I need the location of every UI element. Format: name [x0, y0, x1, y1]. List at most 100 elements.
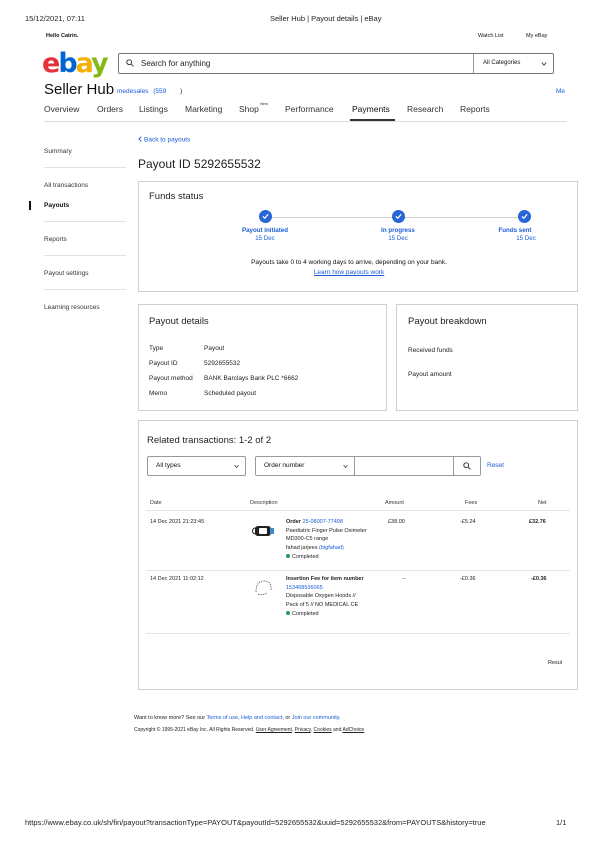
detail-label: Type	[149, 345, 164, 352]
adchoice-link[interactable]: AdChoice	[342, 727, 364, 733]
buyer-link[interactable]: (bigfahad)	[319, 545, 344, 551]
column-header-date: Date	[150, 500, 162, 506]
print-title: Seller Hub | Payout details | eBay	[270, 14, 382, 23]
search-icon	[463, 462, 471, 470]
me-link[interactable]: Me	[556, 88, 565, 95]
column-header-net: Net	[538, 500, 547, 506]
step-date: 15 Dec	[255, 235, 275, 242]
learn-how-payouts-work-link[interactable]: Learn how payouts work	[139, 269, 559, 276]
sidebar-item-summary[interactable]: Summary	[44, 148, 72, 155]
step-date: 15 Dec	[516, 235, 536, 242]
sidebar-item-payout-settings[interactable]: Payout settings	[44, 270, 88, 277]
sidebar-divider	[44, 167, 126, 168]
category-select[interactable]: All Categories	[473, 54, 553, 73]
chevron-down-icon	[541, 62, 547, 66]
search-bar[interactable]: Search for anything All Categories	[118, 53, 554, 74]
detail-value: BANK Barclays Bank PLC *6662	[204, 375, 299, 382]
transaction-description: Order 25-08007-77498 Paediatric Finger P…	[286, 519, 367, 560]
sidebar-item-learning-resources[interactable]: Learning resources	[44, 304, 100, 311]
payout-amount-label: Payout amount	[408, 371, 452, 378]
tab-research[interactable]: Research	[407, 104, 443, 114]
copyright-line: Copyright © 1995-2021 eBay Inc. All Righ…	[134, 727, 365, 733]
column-header-amount: Amount	[385, 500, 404, 506]
table-header-divider	[146, 510, 570, 511]
footer-links: Want to know more? See our Terms of use,…	[134, 715, 341, 721]
sidebar-divider	[44, 221, 126, 222]
print-datetime: 15/12/2021, 07:11	[25, 14, 85, 23]
detail-value: Payout	[204, 345, 225, 352]
tab-shop[interactable]: Shop	[239, 104, 259, 114]
detail-label: Memo	[149, 390, 168, 397]
column-header-description: Description	[250, 500, 278, 506]
item-link[interactable]: 153468536065	[286, 585, 323, 591]
privacy-link[interactable]: Privacy	[295, 727, 311, 733]
shop-new-badge: New	[260, 101, 269, 106]
status-label: Completed	[292, 610, 319, 617]
detail-label: Payout ID	[149, 360, 178, 367]
seller-username[interactable]: medesales (559 )	[117, 88, 182, 95]
item-thumbnail[interactable]	[252, 578, 274, 598]
sidebar-item-all-transactions[interactable]: All transactions	[44, 182, 88, 189]
table-row-divider	[146, 633, 570, 634]
help-and-contact-link[interactable]: Help and contact	[241, 715, 282, 721]
cookies-link[interactable]: Cookies	[314, 727, 332, 733]
payout-breakdown-title: Payout breakdown	[408, 316, 487, 327]
item-thumbnail[interactable]	[252, 522, 276, 540]
transaction-amount: £38.00	[388, 519, 405, 525]
tab-overview[interactable]: Overview	[44, 104, 79, 114]
tab-listings[interactable]: Listings	[139, 104, 168, 114]
completed-status-icon	[286, 610, 290, 615]
print-url: https://www.ebay.co.uk/sh/fin/payout?tra…	[25, 818, 486, 827]
terms-of-use-link[interactable]: Terms of use	[206, 715, 237, 721]
my-ebay-link[interactable]: My eBay	[526, 33, 547, 39]
order-link[interactable]: 25-08007-77498	[303, 519, 343, 525]
greeting: Hello Catrin.	[46, 33, 79, 39]
page-title: Payout ID 5292655532	[138, 157, 261, 171]
tab-reports[interactable]: Reports	[460, 104, 490, 114]
sidebar-item-payouts[interactable]: Payouts	[44, 202, 69, 209]
nav-divider	[44, 121, 567, 122]
transaction-date: 14 Dec 2021 21:23:45	[150, 519, 205, 525]
tab-orders[interactable]: Orders	[97, 104, 123, 114]
payout-details-card: Payout details Type Payout Payout ID 529…	[138, 304, 387, 411]
feedback-score: (559	[153, 88, 167, 95]
payout-details-title: Payout details	[149, 316, 209, 327]
ebay-logo[interactable]: ebay	[42, 50, 109, 77]
status-label: Completed	[292, 553, 319, 560]
tab-marketing[interactable]: Marketing	[185, 104, 222, 114]
check-circle-icon	[392, 210, 405, 223]
back-to-payouts-link[interactable]: Back to payouts	[138, 136, 190, 144]
search-field-select[interactable]: Order number	[255, 456, 355, 476]
type-filter-select[interactable]: All types	[147, 456, 246, 476]
user-agreement-link[interactable]: User Agreement	[256, 727, 292, 733]
sidebar-item-reports[interactable]: Reports	[44, 236, 67, 243]
step-in-progress: In progress	[381, 227, 415, 234]
check-circle-icon	[259, 210, 272, 223]
chevron-down-icon	[234, 465, 239, 469]
page-heading-seller-hub: Seller Hub	[44, 81, 115, 98]
search-input[interactable]: Search for anything	[141, 59, 210, 68]
print-page-number: 1/1	[556, 818, 567, 827]
step-date: 15 Dec	[388, 235, 408, 242]
transaction-date: 14 Dec 2021 11:02:12	[150, 576, 204, 582]
transaction-search-button[interactable]	[453, 456, 481, 476]
transaction-description: Insertion Fee for item number 1534685360…	[286, 576, 364, 617]
oxygen-hood-image	[255, 580, 272, 596]
table-row-divider	[146, 570, 570, 571]
received-funds-label: Received funds	[408, 347, 453, 354]
transaction-search-input[interactable]	[354, 456, 454, 476]
step-funds-sent: Funds sent	[498, 227, 532, 234]
funds-status-title: Funds status	[149, 191, 204, 202]
transaction-amount: --	[402, 576, 406, 582]
funds-status-card: Funds status Payout initiated 15 Dec In …	[138, 181, 578, 292]
reset-filters-link[interactable]: Reset	[487, 462, 504, 469]
sidebar-active-marker	[29, 201, 31, 210]
results-count: Resul	[548, 660, 563, 666]
watchlist-link[interactable]: Watch List	[478, 33, 503, 39]
payout-timing-note: Payouts take 0 to 4 working days to arri…	[251, 259, 447, 266]
tab-performance[interactable]: Performance	[285, 104, 334, 114]
detail-value: Scheduled payout	[204, 390, 257, 397]
transaction-fees: -£5.24	[460, 519, 476, 525]
tab-payments[interactable]: Payments	[352, 104, 390, 114]
join-community-link[interactable]: Join our community	[292, 715, 339, 721]
